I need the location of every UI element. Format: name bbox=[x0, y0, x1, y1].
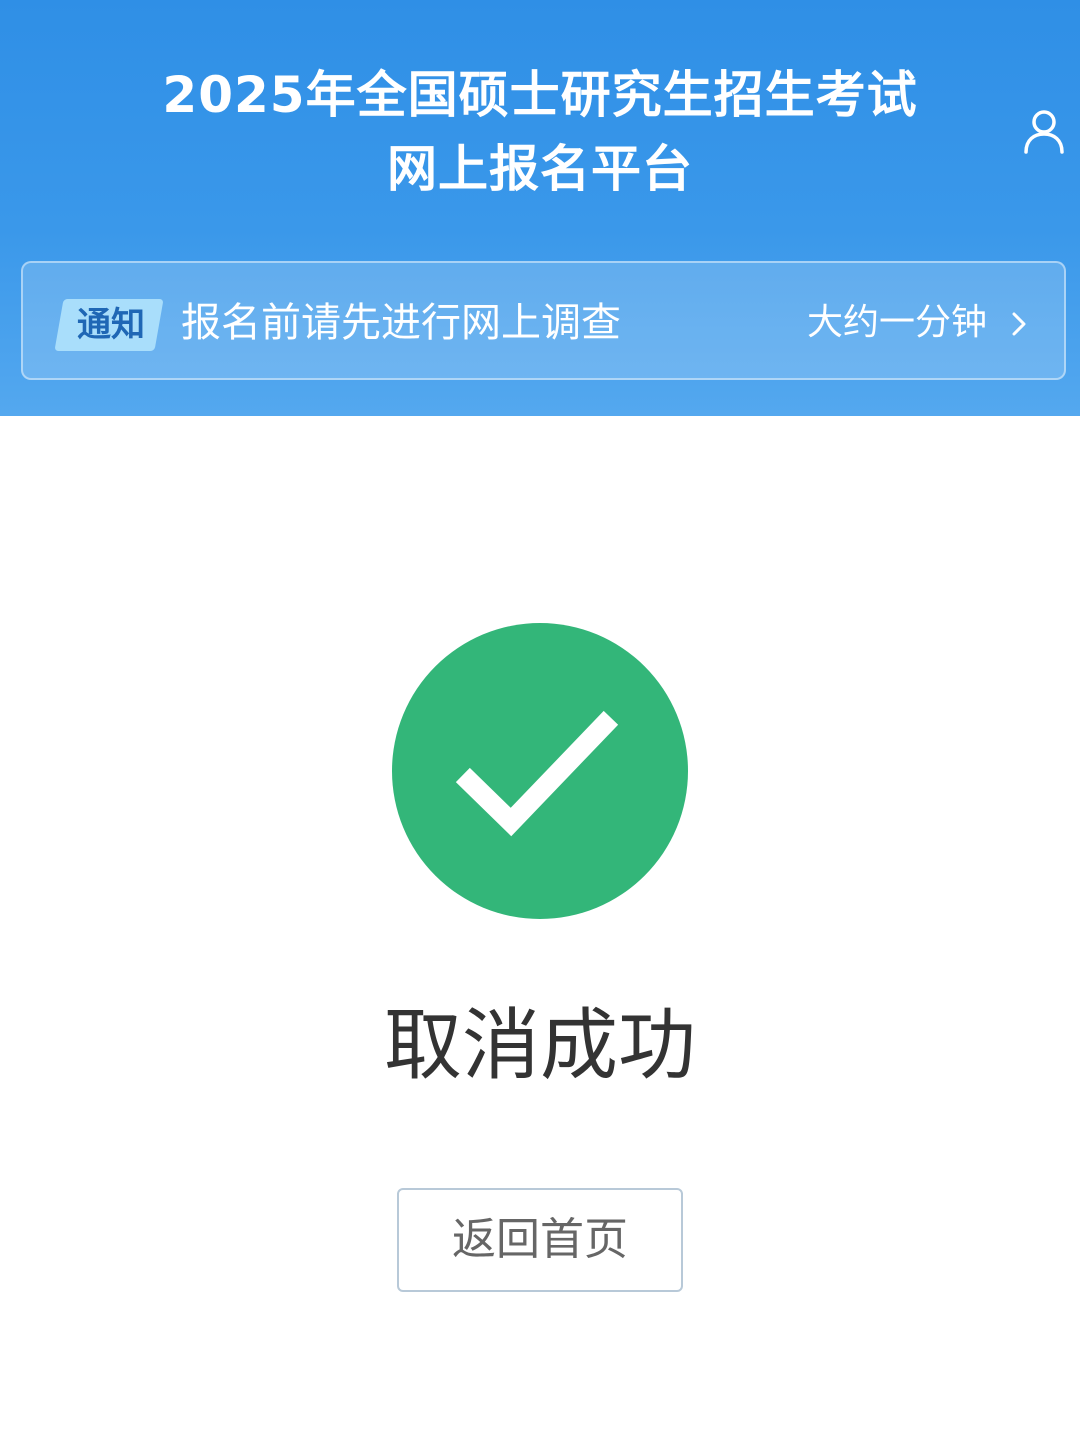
notice-bar[interactable]: 通知 报名前请先进行网上调查 大约一分钟 bbox=[21, 261, 1066, 380]
title-line-2: 网上报名平台 bbox=[387, 140, 693, 198]
chevron-right-icon[interactable] bbox=[1009, 311, 1029, 337]
status-message: 取消成功 bbox=[383, 1001, 696, 1091]
return-home-button[interactable]: 返回首页 bbox=[397, 1188, 683, 1292]
notice-link[interactable]: 大约一分钟 bbox=[807, 293, 987, 353]
success-check-icon bbox=[392, 623, 688, 919]
title-line-1: 2025年全国硕士研究生招生考试 bbox=[162, 66, 918, 124]
page-title: 2025年全国硕士研究生招生考试 网上报名平台 bbox=[0, 58, 1080, 206]
page: 2025年全国硕士研究生招生考试 网上报名平台 通知 报名前请先进行网上调查 大… bbox=[0, 0, 1080, 1440]
notice-text: 报名前请先进行网上调查 bbox=[181, 300, 621, 346]
header: 2025年全国硕士研究生招生考试 网上报名平台 通知 报名前请先进行网上调查 大… bbox=[0, 0, 1080, 416]
user-icon[interactable] bbox=[1022, 108, 1066, 156]
notice-badge: 通知 bbox=[77, 305, 145, 345]
